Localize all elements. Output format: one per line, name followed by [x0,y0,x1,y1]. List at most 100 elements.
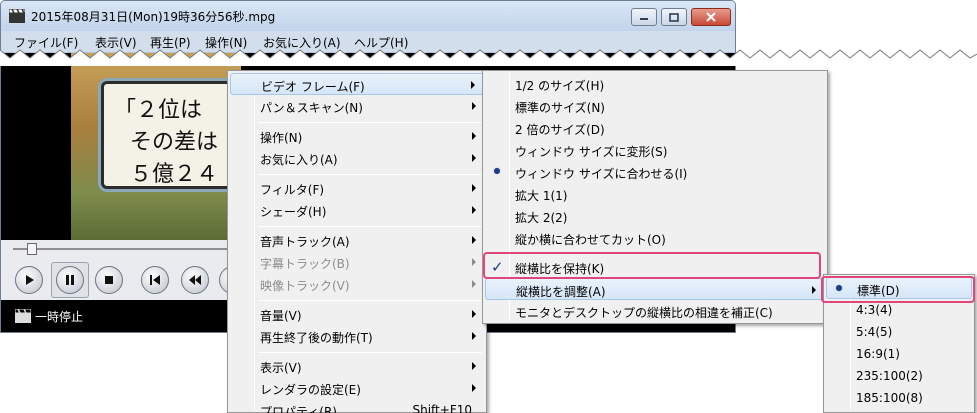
menu-item-label: お気に入り(A) [260,153,338,167]
play-icon [26,275,34,285]
menu-item-zoom-1[interactable]: 拡大 1(1) [485,183,825,205]
minimize-button[interactable] [631,8,657,26]
menu-item-label: 縦横比を調整(A) [516,285,606,299]
menu-item-label: 表示(V) [260,361,302,375]
close-icon [706,12,716,22]
menu-item-label: 4:3(4) [856,303,893,317]
menu-item-after-playback[interactable]: 再生終了後の動作(T) [230,325,484,347]
caption-line: 「２位は [114,98,203,123]
menu-item-navigate[interactable]: 操作(N) [230,125,484,147]
checkmark-icon: ✓ [491,258,504,276]
pause-button[interactable] [56,266,84,294]
menu-item-properties[interactable]: プロパティ(R) Shift+F10 [230,399,484,413]
maximize-button[interactable] [661,8,687,26]
menu-item-label: 縦か横に合わせてカット(O) [515,233,666,247]
menu-item-label: ウィンドウ サイズに変形(S) [515,145,668,159]
menu-item-aspect-default[interactable]: 標準(D) [826,277,972,299]
menu-item-label: ビデオ フレーム(F) [261,80,365,94]
play-button[interactable] [15,266,43,294]
menu-item-label: 標準(D) [857,284,900,298]
menu-item-pan-scan[interactable]: パン＆スキャン(N) [230,95,484,117]
title-bar[interactable]: 2015年08月31日(Mon)19時36分56秒.mpg [1,1,735,31]
menu-item-label: プロパティ(R) [260,405,337,413]
menu-item-volume[interactable]: 音量(V) [230,303,484,325]
menu-item-half-size[interactable]: 1/2 のサイズ(H) [485,73,825,95]
menu-item-label: 2 倍のサイズ(D) [515,123,605,137]
menu-item-renderer-settings[interactable]: レンダラの設定(E) [230,377,484,399]
menu-item-label: 再生終了後の動作(T) [260,331,373,345]
radio-selected-icon [836,285,842,291]
menu-separator [258,122,482,123]
context-menu: ビデオ フレーム(F) パン＆スキャン(N) 操作(N) お気に入り(A) フィ… [227,70,487,413]
rewind-button[interactable] [181,266,209,294]
rewind-icon [189,275,201,285]
menu-item-aspect-16-9[interactable]: 16:9(1) [826,343,972,365]
menu-item-favorites[interactable]: お気に入り(A) [230,147,484,169]
previous-button[interactable] [141,266,169,294]
pause-icon [66,275,74,285]
radio-selected-icon [494,168,500,174]
submenu-arrow-icon [812,286,816,294]
menu-item-label: モニタとデスクトップの縦横比の相違を補正(C) [515,306,773,320]
menu-item-video-track: 映像トラック(V) [230,273,484,295]
submenu-arrow-icon [472,184,476,192]
menu-item-adjust-aspect-ratio[interactable]: 縦横比を調整(A) [485,278,825,300]
submenu-arrow-icon [472,154,476,162]
menu-item-stretch-to-window[interactable]: ウィンドウ サイズに変形(S) [485,139,825,161]
stop-button[interactable] [95,266,123,294]
submenu-arrow-icon [472,362,476,370]
submenu-arrow-icon [472,384,476,392]
caption-line: ５億２４ [130,162,219,187]
seek-bar[interactable] [13,248,228,250]
submenu-arrow-icon [471,81,475,89]
menu-item-normal-size[interactable]: 標準のサイズ(N) [485,95,825,117]
menu-item-label: 185:100(8) [856,391,923,405]
menu-separator [258,174,482,175]
menu-item-crop-to-fit[interactable]: 縦か横に合わせてカット(O) [485,227,825,249]
menu-item-video-frame[interactable]: ビデオ フレーム(F) [230,73,484,95]
menu-item-filters[interactable]: フィルタ(F) [230,177,484,199]
window-title: 2015年08月31日(Mon)19時36分56秒.mpg [31,10,276,24]
menu-item-label: 映像トラック(V) [260,279,350,293]
clapperboard-icon [15,309,31,323]
submenu-arrow-icon [472,332,476,340]
menu-item-fit-to-window[interactable]: ウィンドウ サイズに合わせる(I) [485,161,825,183]
menu-item-label: パン＆スキャン(N) [260,101,363,115]
menu-item-aspect-4-3[interactable]: 4:3(4) [826,299,972,321]
seek-thumb[interactable] [27,243,37,255]
menu-separator [513,253,823,254]
menu-item-label: 縦横比を保持(K) [515,262,605,276]
menu-item-aspect-5-4[interactable]: 5:4(5) [826,321,972,343]
playback-status: 一時停止 [35,310,84,324]
menu-separator [258,226,482,227]
menu-item-shortcut: Shift+F10 [412,403,472,413]
menu-item-aspect-235-100[interactable]: 235:100(2) [826,365,972,387]
menu-item-label: 音声トラック(A) [260,235,350,249]
menu-item-label: 1/2 のサイズ(H) [515,79,605,93]
menu-item-view[interactable]: 表示(V) [230,355,484,377]
menu-item-label: 235:100(2) [856,369,923,383]
submenu-arrow-icon [472,102,476,110]
menu-item-label: 音量(V) [260,309,302,323]
video-frame-submenu: 1/2 のサイズ(H) 標準のサイズ(N) 2 倍のサイズ(D) ウィンドウ サ… [482,70,828,324]
aspect-ratio-submenu: 標準(D) 4:3(4) 5:4(5) 16:9(1) 235:100(2) 1… [823,274,975,413]
menu-item-label: 標準のサイズ(N) [515,101,605,115]
menu-item-correct-monitor-aspect[interactable]: モニタとデスクトップの縦横比の相違を補正(C) [485,300,825,322]
menu-item-subtitle-track: 字幕トラック(B) [230,251,484,273]
caption-line: その差は [130,130,219,155]
menu-item-label: 拡大 2(2) [515,211,568,225]
minimize-icon [640,18,648,20]
menu-item-label: 16:9(1) [856,347,900,361]
menu-item-keep-aspect-ratio[interactable]: ✓ 縦横比を保持(K) [485,256,825,278]
menu-item-label: 操作(N) [260,131,303,145]
menu-item-zoom-2[interactable]: 拡大 2(2) [485,205,825,227]
menu-item-shaders[interactable]: シェーダ(H) [230,199,484,221]
menu-item-audio-track[interactable]: 音声トラック(A) [230,229,484,251]
close-button[interactable] [691,8,731,26]
submenu-arrow-icon [472,206,476,214]
menu-item-double-size[interactable]: 2 倍のサイズ(D) [485,117,825,139]
menu-item-label: ウィンドウ サイズに合わせる(I) [515,167,688,181]
menu-item-aspect-185-100[interactable]: 185:100(8) [826,387,972,409]
skip-back-icon [150,275,160,285]
menu-item-label: シェーダ(H) [260,205,327,219]
